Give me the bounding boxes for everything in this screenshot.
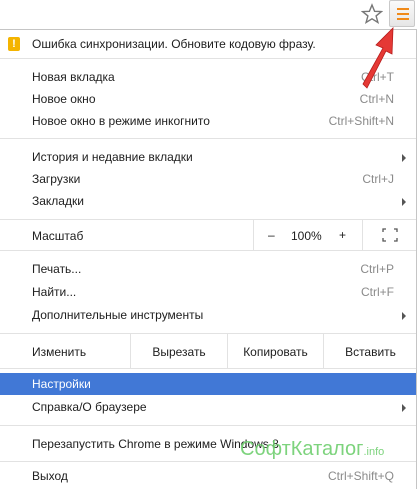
zoom-row: Масштаб – 100% +	[0, 220, 416, 250]
separator	[0, 368, 416, 369]
menu-item-label: Закладки	[32, 194, 84, 208]
menu-item-exit[interactable]: Выход Ctrl+Shift+Q	[0, 465, 416, 487]
menu-item-new-window[interactable]: Новое окно Ctrl+N	[0, 88, 416, 110]
paste-button[interactable]: Вставить	[323, 334, 417, 368]
menu-item-bookmarks[interactable]: Закладки	[0, 190, 416, 212]
menu-item-history[interactable]: История и недавние вкладки	[0, 146, 416, 168]
menu-item-label: Дополнительные инструменты	[32, 308, 204, 322]
sync-error-label: Ошибка синхронизации. Обновите кодовую ф…	[32, 37, 316, 51]
zoom-label: Масштаб	[32, 229, 84, 243]
separator	[0, 58, 416, 59]
zoom-value: 100%	[291, 229, 322, 243]
warning-icon: !	[8, 37, 20, 51]
separator	[0, 138, 416, 139]
menu-item-downloads[interactable]: Загрузки Ctrl+J	[0, 168, 416, 190]
cut-label: Вырезать	[152, 345, 206, 359]
menu-item-more-tools[interactable]: Дополнительные инструменты	[0, 304, 416, 326]
star-icon[interactable]	[361, 3, 383, 25]
shortcut-label: Ctrl+J	[362, 172, 394, 186]
menu-item-label: Новое окно в режиме инкогнито	[32, 114, 210, 128]
menu-item-label: Новая вкладка	[32, 70, 115, 84]
shortcut-label: Ctrl+N	[359, 92, 394, 106]
menu-item-find[interactable]: Найти... Ctrl+F	[0, 281, 416, 303]
zoom-in-button[interactable]: +	[325, 220, 361, 250]
menu-item-print[interactable]: Печать... Ctrl+P	[0, 258, 416, 280]
shortcut-label: Ctrl+Shift+N	[328, 114, 394, 128]
submenu-arrow-icon	[402, 312, 406, 320]
chrome-menu: ! Ошибка синхронизации. Обновите кодовую…	[0, 29, 417, 489]
menu-item-label: Выход	[32, 469, 68, 483]
menu-item-label: Настройки	[32, 377, 91, 391]
submenu-arrow-icon	[402, 154, 406, 162]
shortcut-label: Ctrl+Shift+Q	[327, 469, 394, 483]
red-arrow-icon	[362, 26, 394, 89]
menu-item-label: Найти...	[32, 285, 77, 299]
submenu-arrow-icon	[402, 404, 406, 412]
paste-label: Вставить	[345, 345, 396, 359]
minus-label: –	[268, 228, 275, 242]
zoom-out-button[interactable]: –	[253, 220, 290, 250]
separator	[0, 250, 416, 251]
plus-label: +	[339, 228, 347, 242]
shortcut-label: Ctrl+F	[361, 285, 394, 299]
sync-error-item[interactable]: ! Ошибка синхронизации. Обновите кодовую…	[0, 33, 416, 55]
menu-item-incognito[interactable]: Новое окно в режиме инкогнито Ctrl+Shift…	[0, 110, 416, 132]
watermark: СофтКаталог.info	[240, 438, 384, 461]
separator	[0, 425, 416, 426]
menu-item-label: Новое окно	[32, 92, 96, 106]
menu-item-label: Справка/О браузере	[32, 400, 147, 414]
copy-label: Копировать	[243, 345, 308, 359]
watermark-suffix: .info	[363, 446, 385, 458]
fullscreen-icon[interactable]	[382, 228, 398, 242]
menu-item-settings[interactable]: Настройки	[0, 373, 416, 395]
edit-row: Изменить Вырезать Копировать Вставить	[0, 334, 416, 368]
menu-item-new-tab[interactable]: Новая вкладка Ctrl+T	[0, 66, 416, 88]
menu-item-help[interactable]: Справка/О браузере	[0, 396, 416, 418]
watermark-main: СофтКаталог	[240, 438, 364, 460]
cut-button[interactable]: Вырезать	[130, 334, 227, 368]
menu-item-label: Загрузки	[32, 172, 81, 186]
menu-item-label: История и недавние вкладки	[32, 150, 193, 164]
copy-button[interactable]: Копировать	[227, 334, 323, 368]
submenu-arrow-icon	[402, 198, 406, 206]
edit-label: Изменить	[32, 345, 87, 359]
shortcut-label: Ctrl+P	[360, 262, 394, 276]
browser-toolbar	[0, 0, 418, 30]
menu-item-label: Печать...	[32, 262, 82, 276]
separator	[0, 461, 416, 462]
hamburger-menu-icon[interactable]	[389, 0, 415, 27]
